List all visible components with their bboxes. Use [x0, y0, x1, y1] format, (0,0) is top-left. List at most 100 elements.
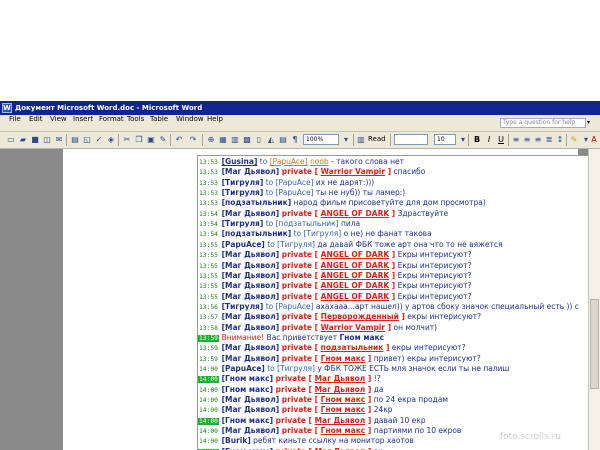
- chat-nick: [Маг Дьявол]: [221, 250, 280, 260]
- paste-icon[interactable]: ▣: [146, 134, 156, 145]
- chat-timestamp: 14:00: [199, 397, 218, 405]
- align-left-icon[interactable]: ≡: [511, 134, 521, 145]
- permission-icon[interactable]: ◫: [42, 134, 52, 145]
- menu-format[interactable]: Format: [99, 115, 124, 131]
- chat-line: 13:55 [PapuAce] to [Тигруля] да давай ФБ…: [198, 240, 593, 250]
- ask-dropdown-icon[interactable]: ▾: [587, 119, 590, 126]
- spelling-icon[interactable]: ✓: [94, 134, 104, 145]
- line-spacing-icon[interactable]: ↕: [555, 134, 565, 145]
- chat-timestamp: 13:59: [199, 345, 218, 353]
- ask-question-input[interactable]: Type a question for help: [500, 118, 586, 128]
- chat-timestamp: 13:53: [199, 159, 218, 166]
- private-nick: Гном макс: [320, 426, 366, 436]
- read-icon[interactable]: ▥: [356, 134, 366, 145]
- document-page[interactable]: 13:53 [Gusina] to [PapuAce] noob - таког…: [63, 149, 594, 450]
- chat-timestamp: 14:00: [199, 407, 218, 415]
- private-nick: ANGEL OF DARK: [320, 260, 390, 270]
- menu-view[interactable]: View: [50, 115, 67, 131]
- chat-message: народ фильм присоветуйте для дом просмот…: [291, 198, 486, 208]
- chat-message: у ФБК ТОЖЕ ЕСТЬ мля значок если ты не па…: [314, 364, 510, 373]
- menu-tools[interactable]: Tools: [127, 115, 144, 131]
- window-title: Документ Microsoft Word.doc - Microsoft …: [15, 104, 203, 112]
- copy-icon[interactable]: ❐: [134, 134, 144, 145]
- style-combo[interactable]: [394, 134, 428, 145]
- chat-line: 13:53 [подзатыльник] народ фильм присове…: [198, 198, 593, 208]
- menu-edit[interactable]: Edit: [29, 115, 43, 131]
- chat-line: 13:54 [Тигруля] to [подзатыльник] пила: [198, 219, 593, 229]
- vertical-scrollbar[interactable]: [588, 149, 600, 450]
- private-label: private [: [273, 374, 315, 384]
- private-label: private [: [279, 343, 321, 353]
- chat-nick: [Тигруля]: [221, 301, 264, 311]
- zoom-dropdown-icon[interactable]: ▾: [341, 134, 351, 145]
- chat-nick: [Маг Дьявол]: [221, 260, 280, 270]
- open-icon[interactable]: ▰: [18, 134, 28, 145]
- chat-log: 13:53 [Gusina] to [PapuAce] noob - таког…: [197, 155, 594, 450]
- menu-help[interactable]: Help: [207, 115, 223, 131]
- save-icon[interactable]: ■: [30, 134, 40, 145]
- bold-button[interactable]: B: [472, 134, 482, 145]
- highlight-icon[interactable]: ✎: [569, 134, 579, 145]
- chat-timestamp: 14:00: [199, 438, 218, 446]
- chat-message: Екры интерисуют?: [395, 281, 472, 291]
- chat-message: пила: [338, 219, 361, 229]
- menu-window[interactable]: Window: [176, 115, 204, 131]
- menu-insert[interactable]: Insert: [73, 115, 93, 131]
- hyperlink-icon[interactable]: ⊕: [206, 134, 216, 145]
- chat-message: по 24 екра продам: [371, 395, 449, 405]
- private-label: private [: [279, 312, 321, 322]
- read-button[interactable]: Read: [368, 134, 386, 145]
- print-icon[interactable]: ▤: [70, 134, 80, 145]
- private-nick: ANGEL OF DARK: [320, 208, 390, 218]
- chat-nick: [Тигруля]: [221, 177, 264, 187]
- menu-table[interactable]: Table: [150, 115, 168, 131]
- undo-icon[interactable]: ↶: [174, 134, 184, 145]
- format-painter-icon[interactable]: ✎: [158, 134, 168, 145]
- tables-borders-icon[interactable]: ▦: [218, 134, 228, 145]
- drawing-icon[interactable]: ◭: [266, 134, 276, 145]
- font-size-combo[interactable]: 10: [434, 134, 456, 145]
- word-window: W Документ Microsoft Word.doc - Microsof…: [0, 101, 600, 450]
- chat-message-highlight: noob: [309, 157, 329, 166]
- insert-table-icon[interactable]: ▥: [230, 134, 240, 145]
- chat-timestamp: 13:58: [199, 324, 218, 332]
- center-icon[interactable]: ≡: [522, 134, 532, 145]
- chat-message: давай 10 екр: [371, 415, 426, 425]
- research-icon[interactable]: ◈: [106, 134, 116, 145]
- italic-button[interactable]: I: [484, 134, 494, 145]
- chat-timestamp: 13:59: [198, 334, 219, 342]
- chat-line: 14:00 [Гном макс] private [ Маг Дьявол ]…: [198, 415, 593, 426]
- chat-nick: [Маг Дьявол]: [221, 426, 280, 436]
- zoom-combo[interactable]: 100%: [303, 134, 339, 145]
- chat-message: партиями по 10 екров: [371, 426, 462, 436]
- columns-icon[interactable]: ▯: [254, 134, 264, 145]
- private-label: private [: [279, 405, 321, 415]
- title-bar[interactable]: W Документ Microsoft Word.doc - Microsof…: [0, 101, 600, 115]
- underline-button[interactable]: U: [496, 134, 506, 145]
- insert-excel-icon[interactable]: ▩: [242, 134, 252, 145]
- print-preview-icon[interactable]: ◱: [82, 134, 92, 145]
- chat-nick: [Маг Дьявол]: [221, 291, 280, 301]
- watermark: foto.scrolls.ru: [500, 432, 562, 442]
- redo-icon[interactable]: ↷: [188, 134, 198, 145]
- menu-bar: File Edit View Insert Format Tools Table…: [0, 115, 600, 132]
- document-map-icon[interactable]: ▤: [278, 134, 288, 145]
- cut-icon[interactable]: ✂: [122, 134, 132, 145]
- show-hide-icon[interactable]: ¶: [290, 134, 300, 145]
- email-icon[interactable]: ✉: [54, 134, 64, 145]
- justify-icon[interactable]: ≣: [544, 134, 554, 145]
- chat-timestamp: 13:55: [199, 241, 218, 249]
- menu-file[interactable]: File: [9, 115, 21, 131]
- chat-message: - такого слова нет: [328, 157, 404, 166]
- chat-line: 13:55 [Маг Дьявол] private [ ANGEL OF DA…: [198, 281, 593, 291]
- chat-timestamp: 13:54: [199, 221, 218, 229]
- chat-timestamp: 13:56: [199, 303, 218, 311]
- chat-alert: Внимание!: [221, 332, 265, 342]
- font-size-dropdown-icon[interactable]: ▾: [458, 134, 468, 145]
- chat-nick: [PapuAce]: [221, 364, 265, 373]
- scrollbar-thumb[interactable]: [590, 299, 599, 389]
- align-right-icon[interactable]: ≡: [533, 134, 543, 145]
- font-color-icon[interactable]: A: [589, 134, 599, 145]
- private-nick: Гном макс: [320, 395, 366, 405]
- new-icon[interactable]: ▭: [6, 134, 16, 145]
